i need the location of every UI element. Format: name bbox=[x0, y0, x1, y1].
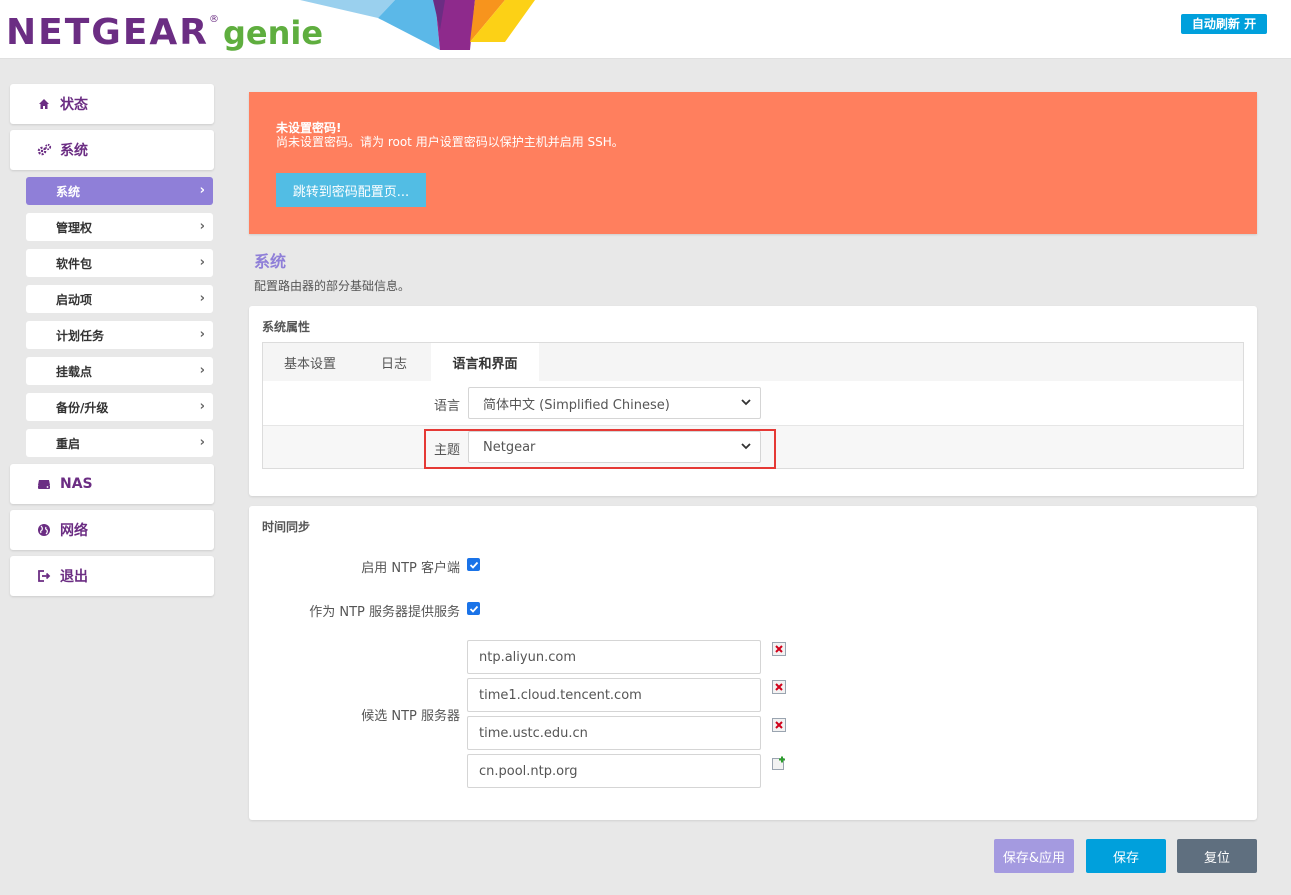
checkmark-icon bbox=[469, 561, 478, 569]
sidebar-subitem-admin[interactable]: 管理权 › bbox=[26, 213, 213, 241]
chevron-right-icon: › bbox=[199, 399, 205, 414]
row-divider bbox=[263, 425, 1243, 426]
sidebar-item-label: 网络 bbox=[60, 523, 88, 539]
ntp-server-value: cn.pool.ntp.org bbox=[479, 763, 578, 779]
sidebar-subitem-label: 计划任务 bbox=[56, 328, 105, 343]
sidebar-subitem-label: 重启 bbox=[56, 436, 81, 451]
home-icon bbox=[36, 96, 52, 112]
sidebar-subitem-label: 挂载点 bbox=[56, 364, 93, 379]
sidebar-subitem-label: 备份/升级 bbox=[56, 400, 109, 415]
header-bar: NETGEAR® genie 自动刷新 开 bbox=[0, 0, 1291, 59]
remove-server-icon[interactable] bbox=[772, 680, 786, 694]
ntp-server-checkbox[interactable] bbox=[467, 602, 480, 615]
chevron-right-icon: › bbox=[199, 291, 205, 306]
tab-logging[interactable]: 日志 bbox=[357, 343, 431, 381]
sidebar-subitem-backup-upgrade[interactable]: 备份/升级 › bbox=[26, 393, 213, 421]
sidebar-subitem-startup[interactable]: 启动项 › bbox=[26, 285, 213, 313]
sidebar-subitem-scheduled-tasks[interactable]: 计划任务 › bbox=[26, 321, 213, 349]
sidebar-item-label: NAS bbox=[60, 476, 93, 492]
ntp-server-input[interactable]: time1.cloud.tencent.com bbox=[467, 678, 761, 712]
candidate-ntp-label: 候选 NTP 服务器 bbox=[361, 709, 460, 724]
sidebar-subitem-mount-points[interactable]: 挂载点 › bbox=[26, 357, 213, 385]
add-server-icon[interactable] bbox=[772, 756, 786, 770]
ntp-server-value: ntp.aliyun.com bbox=[479, 649, 576, 665]
chevron-right-icon: › bbox=[199, 219, 205, 234]
chevron-right-icon: › bbox=[199, 255, 205, 270]
page-description: 配置路由器的部分基础信息。 bbox=[254, 279, 411, 293]
remove-server-icon[interactable] bbox=[772, 642, 786, 656]
logo-brand: NETGEAR bbox=[6, 12, 209, 53]
sidebar-subitem-label: 系统 bbox=[56, 184, 81, 199]
globe-icon bbox=[36, 522, 52, 538]
language-select-value: 简体中文 (Simplified Chinese) bbox=[483, 397, 670, 413]
panel-title: 系统属性 bbox=[262, 320, 311, 334]
theme-highlight-box bbox=[424, 429, 776, 469]
goto-password-config-button[interactable]: 跳转到密码配置页... bbox=[276, 173, 426, 207]
gears-icon bbox=[36, 142, 52, 158]
remove-server-icon[interactable] bbox=[772, 718, 786, 732]
ntp-server-value: time.ustc.edu.cn bbox=[479, 725, 588, 741]
chevron-right-icon: › bbox=[199, 435, 205, 450]
hdd-icon bbox=[36, 476, 52, 492]
no-password-alert: 未设置密码! 尚未设置密码。请为 root 用户设置密码以保护主机并启用 SSH… bbox=[249, 92, 1257, 234]
ntp-server-label: 作为 NTP 服务器提供服务 bbox=[309, 605, 460, 620]
auto-refresh-toggle[interactable]: 自动刷新 开 bbox=[1181, 14, 1267, 34]
chevron-right-icon: › bbox=[199, 183, 205, 198]
checkmark-icon bbox=[469, 605, 478, 613]
ntp-server-input[interactable]: ntp.aliyun.com bbox=[467, 640, 761, 674]
sidebar-item-label: 状态 bbox=[60, 97, 88, 113]
ntp-client-checkbox[interactable] bbox=[467, 558, 480, 571]
sidebar-subitem-system[interactable]: 系统 › bbox=[26, 177, 213, 205]
sidebar-item-system[interactable]: 系统 bbox=[10, 130, 214, 170]
sidebar-subitem-packages[interactable]: 软件包 › bbox=[26, 249, 213, 277]
sidebar-item-logout[interactable]: 退出 bbox=[10, 556, 214, 596]
chevron-down-icon bbox=[741, 399, 751, 406]
chevron-right-icon: › bbox=[199, 363, 205, 378]
sidebar-subitem-label: 管理权 bbox=[56, 220, 93, 235]
sidebar-item-network[interactable]: 网络 bbox=[10, 510, 214, 550]
ntp-server-value: time1.cloud.tencent.com bbox=[479, 687, 642, 703]
sidebar-subitem-reboot[interactable]: 重启 › bbox=[26, 429, 213, 457]
save-apply-button[interactable]: 保存&应用 bbox=[994, 839, 1074, 873]
ntp-client-label: 启用 NTP 客户端 bbox=[361, 561, 460, 576]
sidebar-subitem-label: 软件包 bbox=[56, 256, 93, 271]
page-title: 系统 bbox=[254, 252, 287, 271]
tab-basic-settings[interactable]: 基本设置 bbox=[263, 343, 357, 381]
logo-registered-mark: ® bbox=[209, 14, 219, 25]
sidebar-item-label: 退出 bbox=[60, 569, 88, 585]
sidebar-subitem-label: 启动项 bbox=[56, 292, 93, 307]
ntp-server-input[interactable]: cn.pool.ntp.org bbox=[467, 754, 761, 788]
sidebar-item-nas[interactable]: NAS bbox=[10, 464, 214, 504]
alert-message: 尚未设置密码。请为 root 用户设置密码以保护主机并启用 SSH。 bbox=[276, 135, 624, 149]
netgear-genie-logo[interactable]: NETGEAR® genie bbox=[6, 12, 323, 53]
sidebar-item-label: 系统 bbox=[60, 143, 88, 159]
sidebar-item-status[interactable]: 状态 bbox=[10, 84, 214, 124]
panel-title: 时间同步 bbox=[262, 520, 311, 534]
language-label: 语言 bbox=[433, 399, 460, 414]
chevron-right-icon: › bbox=[199, 327, 205, 342]
ntp-server-input[interactable]: time.ustc.edu.cn bbox=[467, 716, 761, 750]
logout-icon bbox=[36, 568, 52, 584]
language-select[interactable]: 简体中文 (Simplified Chinese) bbox=[468, 387, 761, 419]
reset-button[interactable]: 复位 bbox=[1177, 839, 1257, 873]
save-button[interactable]: 保存 bbox=[1086, 839, 1166, 873]
tab-language-interface[interactable]: 语言和界面 bbox=[431, 343, 539, 381]
header-decoration-art bbox=[300, 0, 535, 50]
